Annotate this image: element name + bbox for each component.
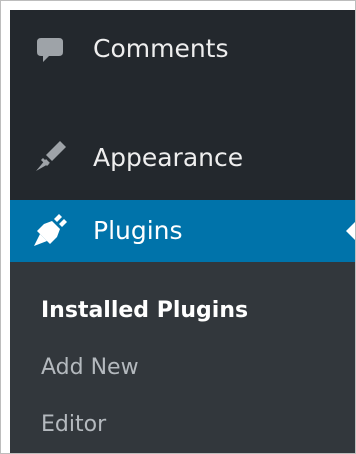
menu-item-comments[interactable]: Comments — [10, 10, 355, 82]
submenu-add-new[interactable]: Add New — [41, 357, 139, 379]
plugins-submenu: Installed Plugins Add New Editor — [10, 262, 355, 453]
menu-item-plugins[interactable]: Plugins — [10, 200, 355, 262]
menu-item-label: Appearance — [93, 143, 244, 172]
paintbrush-icon — [32, 139, 68, 175]
submenu-editor[interactable]: Editor — [41, 414, 106, 436]
menu-item-label: Plugins — [93, 216, 183, 245]
menu-item-label: Comments — [93, 34, 229, 63]
menu-item-appearance[interactable]: Appearance — [10, 132, 355, 184]
screenshot-frame: Comments Appearance Plugins Installed Pl… — [0, 0, 356, 454]
submenu-installed-plugins[interactable]: Installed Plugins — [41, 300, 248, 322]
plug-icon — [32, 213, 68, 249]
admin-sidebar-menu: Comments Appearance Plugins Installed Pl… — [10, 10, 355, 453]
current-menu-indicator — [346, 222, 355, 240]
comment-icon — [32, 32, 68, 68]
